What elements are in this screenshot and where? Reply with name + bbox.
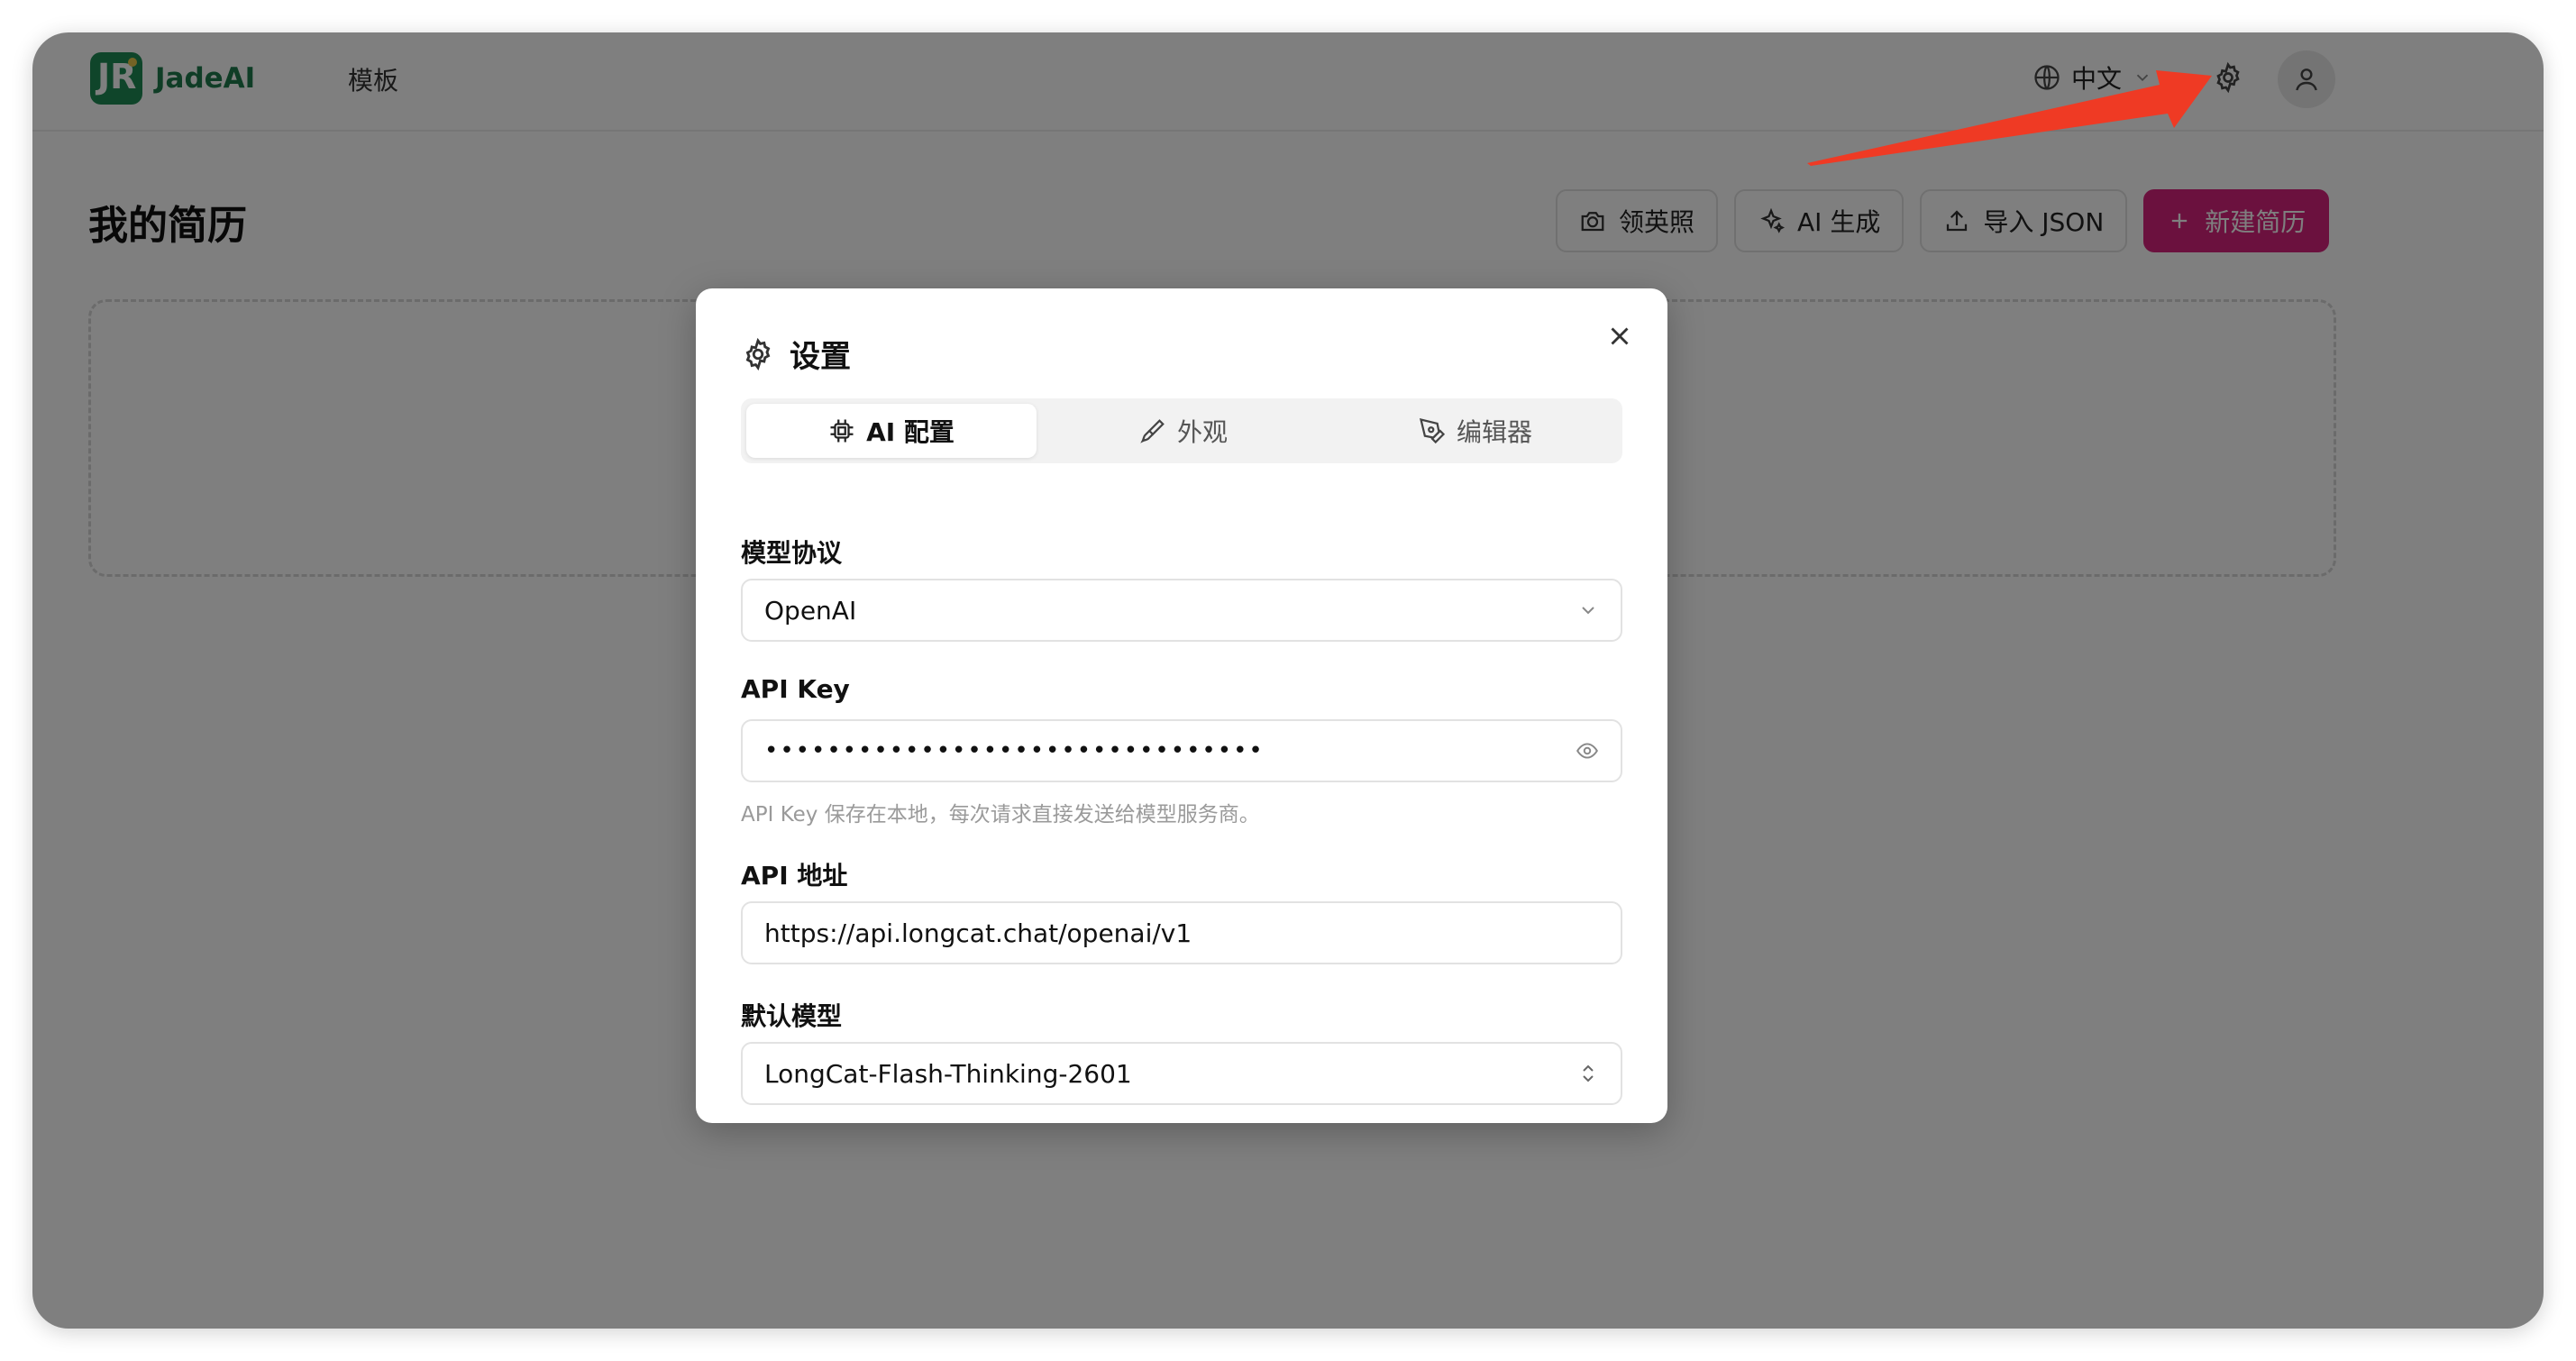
- api-url-value: https://api.longcat.chat/openai/v1: [764, 918, 1192, 948]
- settings-dialog: 设置 AI 配置 外观 编辑器 模型协议 OpenAI API Key ••••…: [696, 288, 1667, 1123]
- dialog-title: 设置: [741, 332, 851, 376]
- tab-ai-config[interactable]: AI 配置: [746, 404, 1037, 458]
- api-key-value: ••••••••••••••••••••••••••••••••: [764, 737, 1265, 764]
- annotation-arrow-shape: [1807, 70, 2212, 166]
- pen-tool-icon: [1419, 417, 1446, 444]
- protocol-label: 模型协议: [741, 538, 843, 568]
- api-key-label: API Key: [741, 674, 850, 704]
- close-icon[interactable]: [1604, 321, 1635, 352]
- chevron-down-icon: [1582, 607, 1594, 615]
- dialog-title-text: 设置: [790, 339, 851, 375]
- api-url-input[interactable]: https://api.longcat.chat/openai/v1: [741, 901, 1622, 964]
- tab-editor[interactable]: 编辑器: [1330, 404, 1621, 458]
- settings-tabs: AI 配置 外观 编辑器: [741, 398, 1622, 463]
- paintbrush-icon: [1140, 419, 1165, 443]
- default-model-select[interactable]: LongCat-Flash-Thinking-2601: [741, 1042, 1622, 1105]
- api-key-input[interactable]: ••••••••••••••••••••••••••••••••: [741, 719, 1622, 782]
- protocol-select[interactable]: OpenAI: [741, 579, 1622, 642]
- tab-appearance[interactable]: 外观: [1038, 404, 1329, 458]
- cpu-chip-icon: [830, 419, 854, 443]
- chevrons-up-down-icon: [1583, 1064, 1594, 1082]
- api-url-label: API 地址: [741, 861, 848, 891]
- tab-appearance-label: 外观: [1176, 417, 1228, 447]
- default-model-label: 默认模型: [741, 1001, 843, 1031]
- api-key-hint: API Key 保存在本地，每次请求直接发送给模型服务商。: [741, 803, 1260, 827]
- tab-editor-label: 编辑器: [1456, 417, 1532, 447]
- tab-ai-config-label: AI 配置: [866, 417, 955, 447]
- protocol-value: OpenAI: [764, 595, 857, 626]
- default-model-value: LongCat-Flash-Thinking-2601: [764, 1058, 1132, 1089]
- gear-icon: [745, 337, 771, 370]
- eye-icon[interactable]: [1576, 739, 1599, 763]
